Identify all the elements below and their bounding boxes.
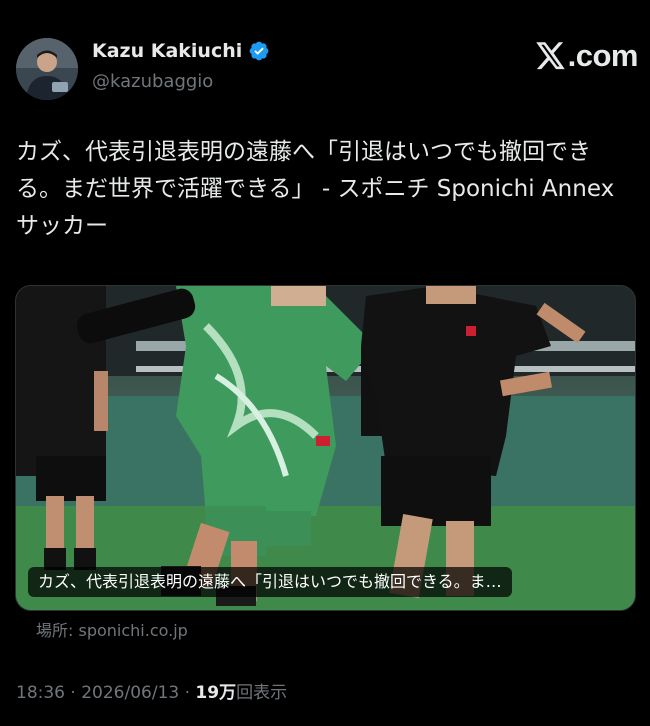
author-handle[interactable]: @kazubaggio — [92, 71, 213, 92]
meta-separator: · — [184, 683, 191, 703]
meta-separator: · — [70, 683, 76, 703]
link-card[interactable]: カズ、代表引退表明の遠藤へ「引退はいつでも撤回できる。ま… — [15, 285, 636, 611]
tweet-text-line: サッカー — [16, 213, 108, 239]
avatar[interactable] — [16, 38, 78, 100]
card-source[interactable]: 場所: sponichi.co.jp — [36, 617, 188, 641]
tweet-time[interactable]: 18:36 — [16, 683, 65, 703]
tweet-text-line: カズ、代表引退表明の遠藤へ「引退はいつでも撤回でき — [16, 139, 591, 165]
avatar-photo — [16, 38, 78, 100]
brand-suffix: .com — [567, 38, 639, 73]
tweet-text: カズ、代表引退表明の遠藤へ「引退はいつでも撤回でき る。まだ世界で活躍できる」 … — [16, 134, 636, 245]
author-display-name[interactable]: Kazu Kakiuchi — [92, 40, 242, 62]
tweet-text-line: る。まだ世界で活躍できる」 - スポニチ Sponichi Annex — [16, 176, 615, 202]
author-name-row[interactable]: Kazu Kakiuchi — [92, 40, 270, 62]
views-count: 19万 — [195, 683, 237, 703]
brand: .com — [535, 38, 639, 74]
tweet-date[interactable]: 2026/06/13 — [81, 683, 179, 703]
verified-badge-icon — [248, 40, 270, 62]
card-caption: カズ、代表引退表明の遠藤へ「引退はいつでも撤回できる。ま… — [28, 567, 512, 597]
soccer-players-photo — [16, 286, 635, 610]
tweet-meta: 18:36 · 2026/06/13 · 19万回表示 — [16, 678, 287, 703]
x-logo-icon — [535, 42, 565, 70]
views-label: 回表示 — [236, 683, 288, 703]
